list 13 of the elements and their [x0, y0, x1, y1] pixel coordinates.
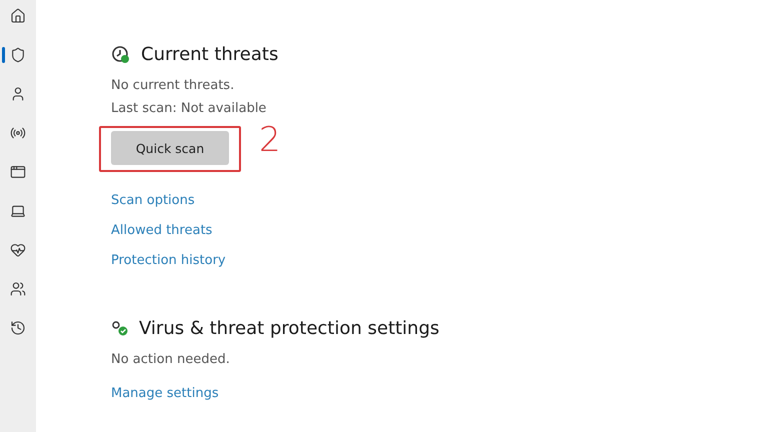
section-title: Current threats — [141, 44, 278, 65]
scan-clock-icon — [111, 44, 131, 64]
status-text: No current threats. — [111, 77, 236, 95]
settings-check-icon — [111, 320, 129, 336]
link[interactable]: Manage settings — [111, 379, 219, 409]
section-title: Virus & threat protection settings — [139, 318, 440, 339]
status-text: Last scan: Not available — [111, 100, 268, 118]
status-text: No action needed. — [111, 351, 231, 369]
link[interactable]: Scan options — [111, 186, 195, 216]
quick-scan-button[interactable]: Quick scan — [111, 131, 229, 165]
step-number: 2 — [259, 120, 281, 160]
link[interactable]: Allowed threats — [111, 216, 212, 246]
link[interactable]: Protection history — [111, 246, 226, 276]
